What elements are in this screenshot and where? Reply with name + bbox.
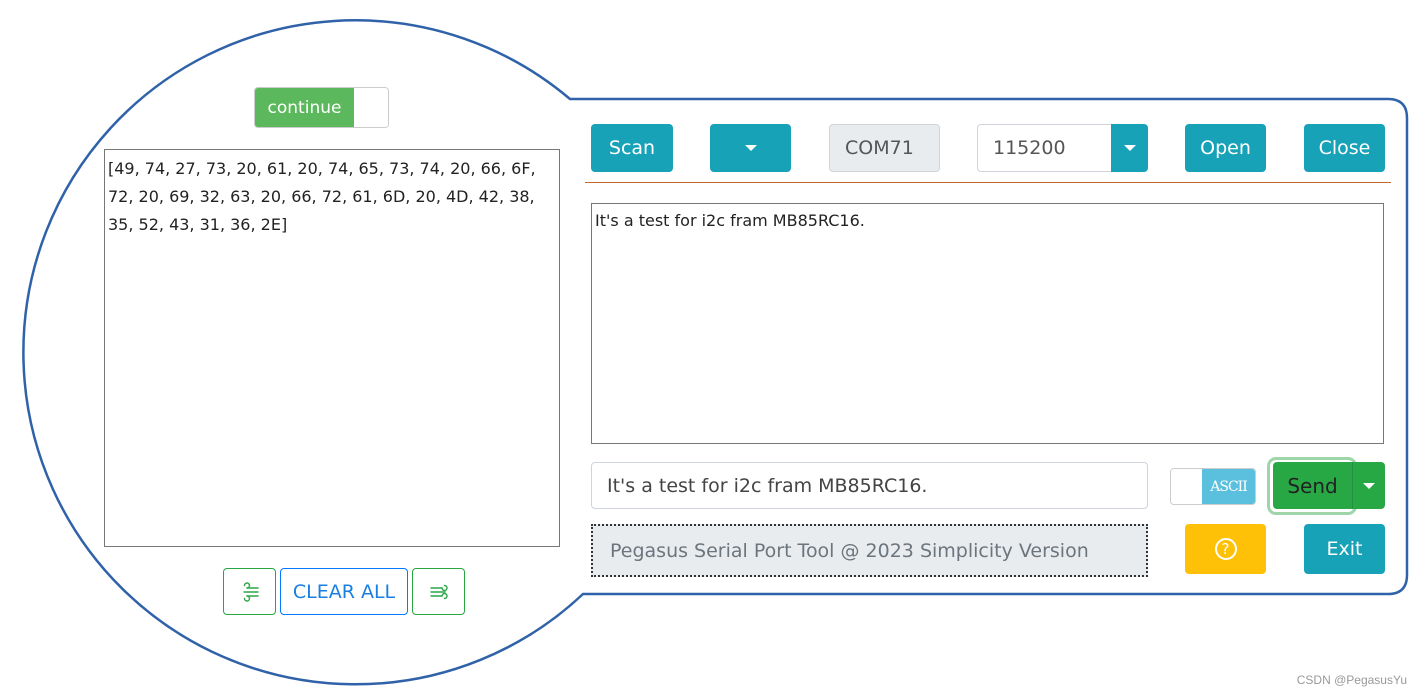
- close-button[interactable]: Close: [1304, 124, 1385, 172]
- watermark: CSDN @PegasusYu: [1296, 673, 1407, 687]
- caret-down-icon: [1123, 145, 1136, 151]
- log-output[interactable]: It's a test for i2c fram MB85RC16.: [591, 203, 1384, 444]
- send-button[interactable]: Send: [1273, 462, 1352, 509]
- wind-icon: [429, 584, 448, 599]
- send-input[interactable]: It's a test for i2c fram MB85RC16.: [591, 462, 1148, 509]
- clear-all-button[interactable]: CLEAR ALL: [280, 568, 408, 615]
- continue-toggle[interactable]: continue: [254, 87, 389, 128]
- receive-output[interactable]: [49, 74, 27, 73, 20, 61, 20, 74, 65, 73,…: [104, 149, 560, 547]
- exit-button[interactable]: Exit: [1304, 524, 1385, 574]
- baud-rate-input[interactable]: 115200: [977, 124, 1112, 172]
- continue-toggle-label: continue: [255, 88, 354, 127]
- port-dropdown-button[interactable]: [710, 124, 791, 172]
- status-field: Pegasus Serial Port Tool @ 2023 Simplici…: [591, 524, 1148, 577]
- wind-right-button[interactable]: [412, 568, 465, 615]
- question-circle-icon: ?: [1214, 538, 1237, 560]
- wind-icon: [242, 581, 259, 602]
- help-button[interactable]: ?: [1185, 524, 1266, 574]
- wind-left-button[interactable]: [223, 568, 276, 615]
- ascii-mode-toggle[interactable]: ASCII: [1170, 468, 1256, 505]
- toggle-knob: [1171, 469, 1202, 504]
- send-dropdown-button[interactable]: [1352, 462, 1385, 509]
- open-button[interactable]: Open: [1185, 124, 1266, 172]
- caret-down-icon: [744, 145, 757, 151]
- baud-dropdown-button[interactable]: [1111, 124, 1148, 172]
- divider: [585, 182, 1391, 183]
- toggle-knob: [354, 88, 388, 127]
- ascii-mode-label: ASCII: [1202, 469, 1255, 504]
- scan-button[interactable]: Scan: [591, 124, 673, 172]
- port-field: COM71: [829, 124, 940, 172]
- caret-down-icon: [1363, 482, 1375, 489]
